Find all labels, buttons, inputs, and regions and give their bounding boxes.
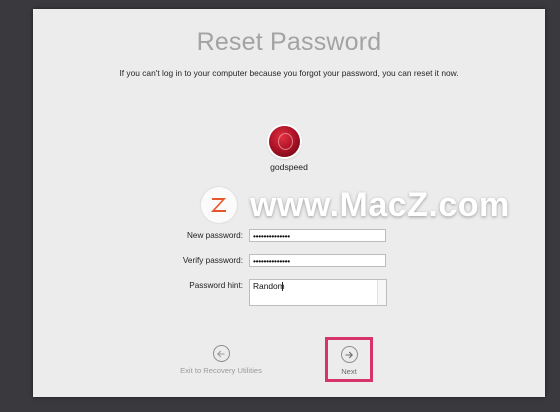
new-password-label: New password: bbox=[187, 231, 243, 240]
password-hint-value: Random bbox=[253, 281, 285, 291]
watermark-text: www.MacZ.com bbox=[250, 185, 510, 224]
verify-password-label: Verify password: bbox=[182, 256, 243, 265]
next-button[interactable]: Next bbox=[325, 337, 373, 382]
avatar bbox=[269, 126, 300, 157]
new-password-field[interactable]: •••••••••••••• bbox=[249, 229, 386, 242]
arrow-right-icon bbox=[340, 346, 358, 363]
exit-to-recovery-utilities-label: Exit to Recovery Utilities bbox=[180, 366, 262, 375]
page-subtitle: If you can't log in to your computer bec… bbox=[119, 68, 459, 78]
password-hint-label: Password hint: bbox=[189, 281, 243, 290]
exit-to-recovery-utilities-button[interactable]: Exit to Recovery Utilities bbox=[161, 345, 281, 375]
password-hint-field[interactable]: Random bbox=[249, 279, 387, 306]
hint-scrollbar[interactable] bbox=[377, 280, 386, 305]
next-label: Next bbox=[341, 367, 357, 376]
watermark: www.MacZ.com bbox=[201, 185, 510, 225]
page-title: Reset Password bbox=[196, 28, 382, 56]
verify-password-field[interactable]: •••••••••••••• bbox=[249, 254, 386, 267]
text-caret bbox=[282, 282, 283, 291]
username: godspeed bbox=[270, 162, 308, 172]
watermark-logo bbox=[201, 187, 237, 223]
arrow-left-icon bbox=[212, 345, 230, 362]
